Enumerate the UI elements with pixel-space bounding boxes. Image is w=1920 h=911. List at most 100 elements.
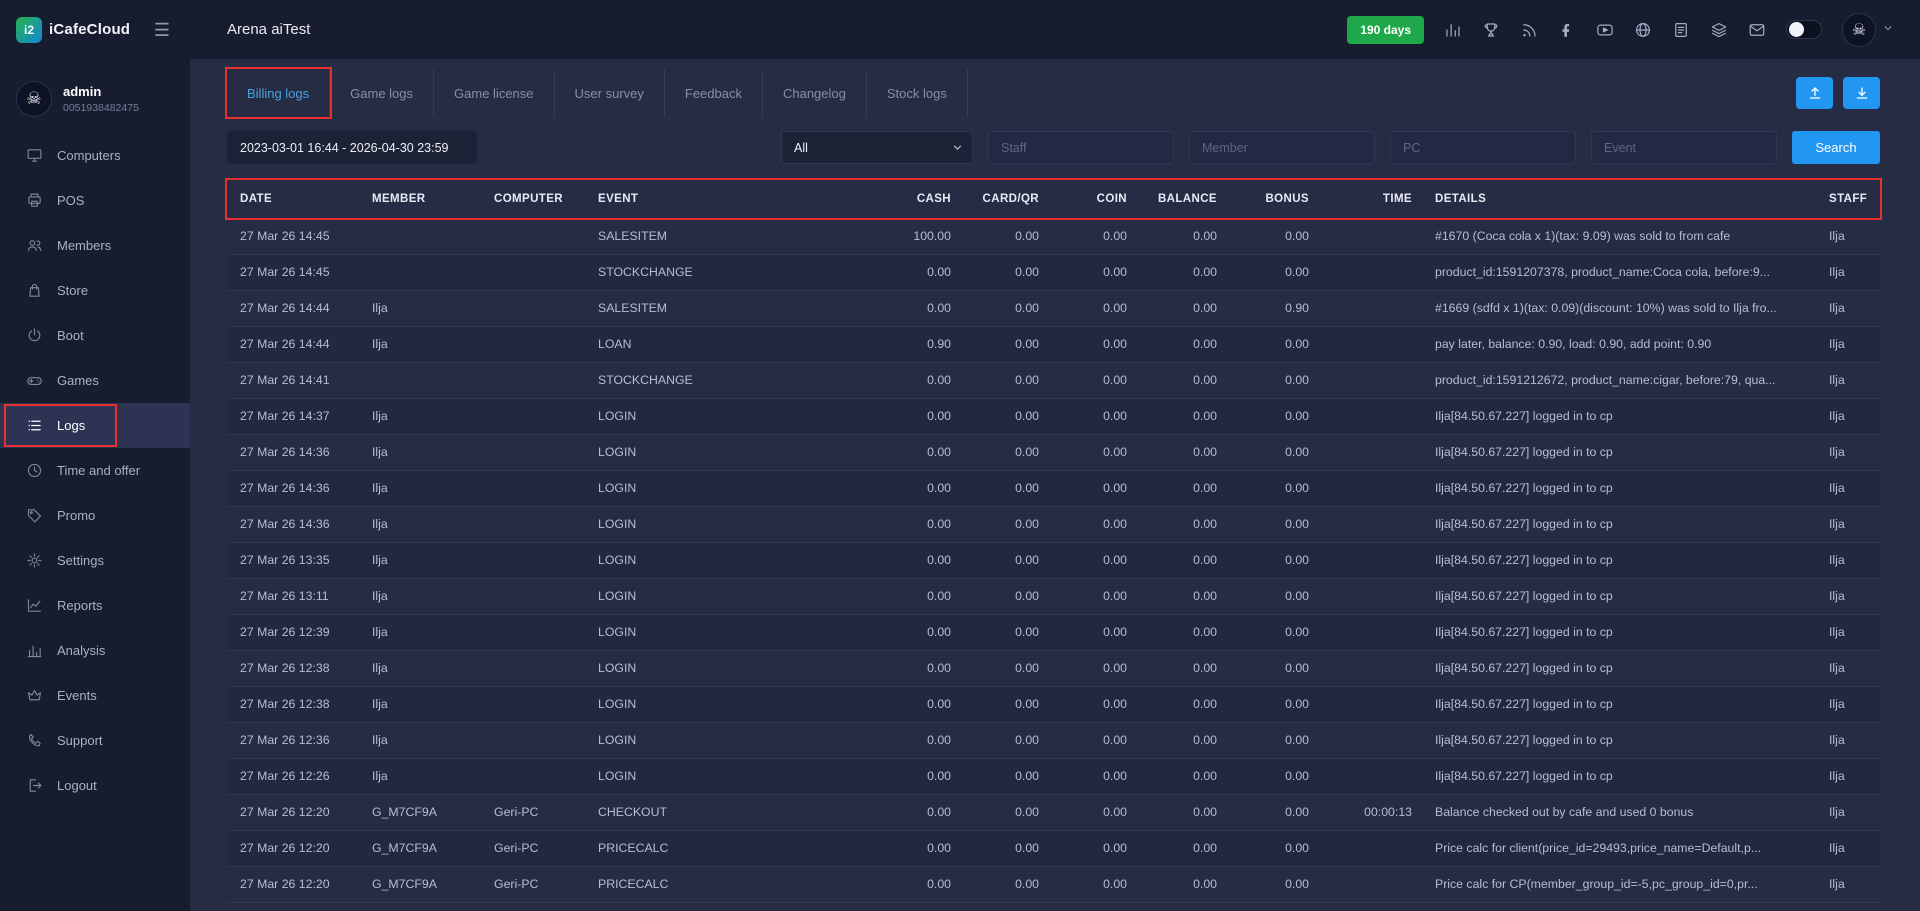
cell-cash: 0.00 bbox=[873, 650, 961, 686]
col-balance[interactable]: BALANCE bbox=[1137, 180, 1227, 218]
menu-toggle-icon[interactable]: ☰ bbox=[154, 21, 170, 39]
cell-staff: Ilja bbox=[1816, 722, 1880, 758]
tab-game-logs[interactable]: Game logs bbox=[330, 69, 434, 117]
pc-filter-input[interactable] bbox=[1390, 131, 1576, 164]
table-row[interactable]: 27 Mar 26 14:44 Ilja SALESITEM 0.00 0.00… bbox=[227, 290, 1880, 326]
sidebar-item-computers[interactable]: Computers bbox=[0, 133, 190, 178]
avatar-skull-icon: ☠ bbox=[26, 89, 41, 109]
member-filter-input[interactable] bbox=[1189, 131, 1375, 164]
table-row[interactable]: 27 Mar 26 14:36 Ilja LOGIN 0.00 0.00 0.0… bbox=[227, 434, 1880, 470]
col-card-qr[interactable]: CARD/QR bbox=[961, 180, 1049, 218]
col-coin[interactable]: COIN bbox=[1049, 180, 1137, 218]
sidebar-item-boot[interactable]: Boot bbox=[0, 313, 190, 358]
table-row[interactable]: 27 Mar 26 12:38 Ilja LOGIN 0.00 0.00 0.0… bbox=[227, 650, 1880, 686]
user-menu[interactable]: ☠ bbox=[1842, 13, 1894, 47]
table-row[interactable]: 27 Mar 26 13:11 Ilja LOGIN 0.00 0.00 0.0… bbox=[227, 578, 1880, 614]
phone-icon bbox=[26, 732, 43, 749]
table-row[interactable]: 27 Mar 26 12:38 Ilja LOGIN 0.00 0.00 0.0… bbox=[227, 686, 1880, 722]
table-row[interactable]: 27 Mar 26 12:20 G_M7CF9A Geri-PC CHECKOU… bbox=[227, 794, 1880, 830]
tab-user-survey[interactable]: User survey bbox=[555, 69, 665, 117]
cell-balance: 0.00 bbox=[1137, 866, 1227, 902]
staff-filter-input[interactable] bbox=[988, 131, 1174, 164]
stats-icon[interactable] bbox=[1444, 21, 1462, 39]
search-button[interactable]: Search bbox=[1792, 131, 1880, 164]
table-row[interactable]: 27 Mar 26 14:36 Ilja LOGIN 0.00 0.00 0.0… bbox=[227, 470, 1880, 506]
tab-billing-logs[interactable]: Billing logs bbox=[227, 69, 330, 117]
cell-balance: 0.00 bbox=[1137, 686, 1227, 722]
sidebar-item-support[interactable]: Support bbox=[0, 718, 190, 763]
cell-balance: 0.00 bbox=[1137, 506, 1227, 542]
cell-time bbox=[1319, 218, 1422, 254]
log-type-select[interactable]: All bbox=[781, 131, 973, 164]
col-bonus[interactable]: BONUS bbox=[1227, 180, 1319, 218]
cell-date: 27 Mar 26 14:36 bbox=[227, 470, 359, 506]
sidebar-item-analysis[interactable]: Analysis bbox=[0, 628, 190, 673]
app-logo[interactable]: i2 iCafeCloud bbox=[16, 17, 130, 43]
sidebar-item-games[interactable]: Games bbox=[0, 358, 190, 403]
main-content: Billing logs Game logs Game license User… bbox=[190, 59, 1920, 911]
col-event[interactable]: EVENT bbox=[585, 180, 873, 218]
tab-stock-logs[interactable]: Stock logs bbox=[867, 69, 968, 117]
cell-card-qr: 0.00 bbox=[961, 398, 1049, 434]
export-button[interactable] bbox=[1796, 77, 1833, 109]
table-row[interactable]: 27 Mar 26 14:36 Ilja LOGIN 0.00 0.00 0.0… bbox=[227, 506, 1880, 542]
date-range-input[interactable] bbox=[227, 131, 477, 164]
col-cash[interactable]: CASH bbox=[873, 180, 961, 218]
license-days-badge[interactable]: 190 days bbox=[1347, 16, 1424, 44]
sidebar-profile[interactable]: ☠ admin 0051938482475 bbox=[0, 69, 190, 133]
facebook-icon[interactable] bbox=[1558, 21, 1576, 39]
table-row[interactable]: 27 Mar 26 12:36 Ilja LOGIN 0.00 0.00 0.0… bbox=[227, 722, 1880, 758]
sidebar-item-members[interactable]: Members bbox=[0, 223, 190, 268]
cell-bonus: 0.00 bbox=[1227, 326, 1319, 362]
col-date[interactable]: DATE bbox=[227, 180, 359, 218]
globe-icon[interactable] bbox=[1634, 21, 1652, 39]
cell-member: Ilja bbox=[359, 290, 481, 326]
event-filter-input[interactable] bbox=[1591, 131, 1777, 164]
cell-computer bbox=[481, 398, 585, 434]
sidebar-item-store[interactable]: Store bbox=[0, 268, 190, 313]
col-details[interactable]: DETAILS bbox=[1422, 180, 1816, 218]
table-row[interactable]: 27 Mar 26 12:20 G_M7CF9A Geri-PC PRICECA… bbox=[227, 830, 1880, 866]
table-row[interactable]: 27 Mar 26 13:35 Ilja LOGIN 0.00 0.00 0.0… bbox=[227, 542, 1880, 578]
sidebar-item-settings[interactable]: Settings bbox=[0, 538, 190, 583]
sidebar-item-pos[interactable]: POS bbox=[0, 178, 190, 223]
col-member[interactable]: MEMBER bbox=[359, 180, 481, 218]
dark-mode-toggle[interactable] bbox=[1786, 20, 1822, 39]
table-row[interactable]: 27 Mar 26 14:37 Ilja LOGIN 0.00 0.00 0.0… bbox=[227, 398, 1880, 434]
table-row[interactable]: 27 Mar 26 12:26 Ilja LOGIN 0.00 0.00 0.0… bbox=[227, 758, 1880, 794]
sidebar-item-logout[interactable]: Logout bbox=[0, 763, 190, 808]
col-staff[interactable]: STAFF bbox=[1816, 180, 1880, 218]
sidebar-item-events[interactable]: Events bbox=[0, 673, 190, 718]
sidebar-item-label: POS bbox=[57, 193, 84, 208]
cell-card-qr: 0.00 bbox=[961, 434, 1049, 470]
sidebar-item-reports[interactable]: Reports bbox=[0, 583, 190, 628]
rss-icon[interactable] bbox=[1520, 21, 1538, 39]
sidebar-item-label: Time and offer bbox=[57, 463, 140, 478]
cell-staff: Ilja bbox=[1816, 254, 1880, 290]
trophy-icon[interactable] bbox=[1482, 21, 1500, 39]
sidebar-item-promo[interactable]: Promo bbox=[0, 493, 190, 538]
cell-event: PRICECALC bbox=[585, 866, 873, 902]
sidebar-item-time-and-offer[interactable]: Time and offer bbox=[0, 448, 190, 493]
tab-game-license[interactable]: Game license bbox=[434, 69, 554, 117]
mail-icon[interactable] bbox=[1748, 21, 1766, 39]
table-row[interactable]: 27 Mar 26 14:44 Ilja LOAN 0.90 0.00 0.00… bbox=[227, 326, 1880, 362]
table-row[interactable]: 27 Mar 26 14:41 STOCKCHANGE 0.00 0.00 0.… bbox=[227, 362, 1880, 398]
col-computer[interactable]: COMPUTER bbox=[481, 180, 585, 218]
youtube-icon[interactable] bbox=[1596, 21, 1614, 39]
table-row[interactable]: 27 Mar 26 14:45 STOCKCHANGE 0.00 0.00 0.… bbox=[227, 254, 1880, 290]
sidebar-item-label: Computers bbox=[57, 148, 121, 163]
table-row[interactable]: 27 Mar 26 12:20 G_M7CF9A Geri-PC PRICECA… bbox=[227, 866, 1880, 902]
col-time[interactable]: TIME bbox=[1319, 180, 1422, 218]
table-row[interactable]: 27 Mar 26 12:39 Ilja LOGIN 0.00 0.00 0.0… bbox=[227, 614, 1880, 650]
layers-icon[interactable] bbox=[1710, 21, 1728, 39]
invoice-icon[interactable] bbox=[1672, 21, 1690, 39]
table-row[interactable]: 27 Mar 26 14:45 SALESITEM 100.00 0.00 0.… bbox=[227, 218, 1880, 254]
cell-event: LOGIN bbox=[585, 614, 873, 650]
tab-changelog[interactable]: Changelog bbox=[763, 69, 867, 117]
sidebar-item-logs[interactable]: Logs bbox=[0, 403, 190, 448]
tab-feedback[interactable]: Feedback bbox=[665, 69, 763, 117]
download-button[interactable] bbox=[1843, 77, 1880, 109]
members-icon bbox=[26, 237, 43, 254]
cell-time bbox=[1319, 254, 1422, 290]
